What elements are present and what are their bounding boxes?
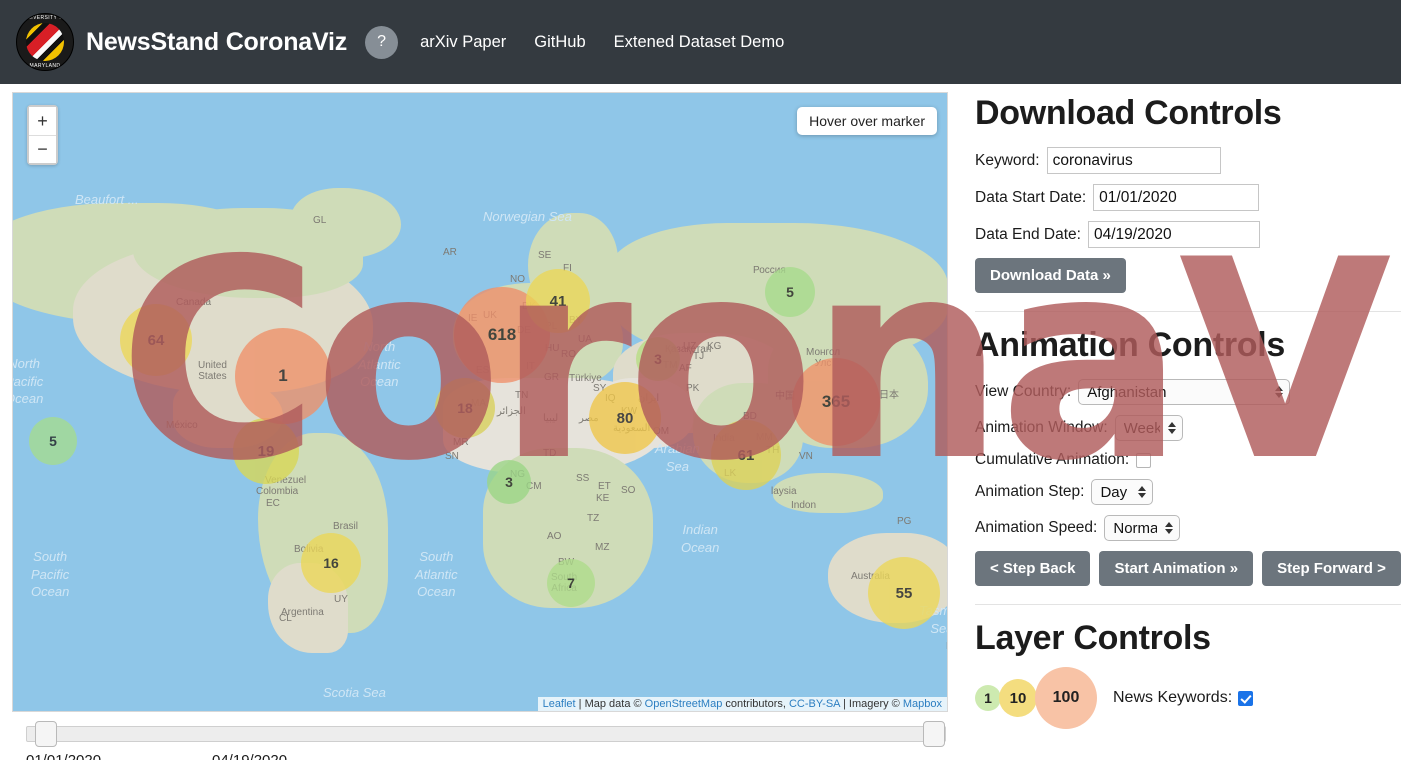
attribution-link-license[interactable]: CC-BY-SA (789, 698, 840, 710)
data-end-date-label: Data End Date: (975, 226, 1081, 244)
divider-download-animation (975, 311, 1401, 312)
map-marker[interactable]: 80 (589, 382, 661, 454)
animation-window-select[interactable]: Week (1115, 415, 1183, 441)
animation-step-select[interactable]: Day (1091, 479, 1153, 505)
map-ocean-label: Scotia Sea (323, 684, 386, 702)
view-country-select[interactable]: Afghanistan (1078, 379, 1290, 405)
nav-link-github[interactable]: GitHub (534, 33, 585, 52)
map-column: + − Hover over marker North Atlantic Oce… (12, 92, 948, 712)
animation-step-label: Animation Step: (975, 483, 1084, 501)
step-back-button[interactable]: < Step Back (975, 551, 1090, 586)
view-country-row: View Country: Afghanistan (975, 379, 1401, 405)
view-country-select-wrap[interactable]: Afghanistan (1078, 379, 1290, 405)
news-keywords-checkbox[interactable] (1238, 691, 1253, 706)
legend-bubble-1: 1 (975, 685, 1001, 711)
nav-link-extended-dataset-demo[interactable]: Extened Dataset Demo (614, 33, 785, 52)
map-marker[interactable]: 5 (29, 417, 77, 465)
timeline-handle-end[interactable] (923, 721, 945, 747)
data-end-date-input[interactable] (1088, 221, 1260, 248)
animation-step-select-wrap[interactable]: Day (1091, 479, 1153, 505)
layer-legend-row: 1 10 100 News Keywords: (975, 672, 1401, 724)
map-ocean-label: Indian Ocean (681, 521, 719, 556)
controls-panel: Download Controls Keyword: Data Start Da… (960, 84, 1401, 760)
map-marker[interactable]: 5 (765, 267, 815, 317)
legend-bubble-100: 100 (1035, 667, 1097, 729)
cumulative-animation-row: Cumulative Animation: (975, 451, 1401, 469)
map-ocean-label: North Pacific Ocean (12, 355, 43, 408)
legend-bubble-10: 10 (999, 679, 1037, 717)
animation-speed-row: Animation Speed: Normal (975, 515, 1401, 541)
keyword-label: Keyword: (975, 152, 1040, 170)
animation-step-row: Animation Step: Day (975, 479, 1401, 505)
map-country-label: PG (897, 516, 911, 527)
map-marker[interactable]: 18 (435, 378, 495, 438)
map-ocean-label: South Atlantic Ocean (415, 548, 458, 601)
animation-speed-label: Animation Speed: (975, 519, 1097, 537)
animation-speed-select[interactable]: Normal (1104, 515, 1180, 541)
start-animation-button[interactable]: Start Animation » (1099, 551, 1253, 586)
umd-logo-icon: UNIVERSITY OFMARYLAND (16, 13, 74, 71)
keyword-input[interactable] (1047, 147, 1221, 174)
animation-window-row: Animation Window: Week (975, 415, 1401, 441)
map-country-label: NZ (946, 641, 948, 652)
map-country-label: AR (443, 247, 457, 258)
map-country-label: VN (799, 451, 813, 462)
page-body: + − Hover over marker North Atlantic Oce… (0, 84, 1401, 760)
animation-speed-select-wrap[interactable]: Normal (1104, 515, 1180, 541)
timeline-handle-start[interactable] (35, 721, 57, 747)
brand-title: NewsStand CoronaViz (86, 28, 347, 57)
news-keywords-label: News Keywords: (1113, 689, 1232, 707)
data-start-date-input[interactable] (1093, 184, 1259, 211)
view-country-label: View Country: (975, 383, 1071, 401)
keyword-row: Keyword: (975, 147, 1401, 174)
map-marker[interactable]: 16 (301, 533, 361, 593)
timeline-end-date: 04/19/2020 (212, 752, 287, 760)
map-marker[interactable]: 3 (487, 460, 531, 504)
timeline-date-separator: - (198, 752, 203, 760)
help-button[interactable]: ? (365, 26, 398, 59)
timeline-slider-track[interactable] (26, 726, 946, 742)
map-marker[interactable]: 19 (233, 418, 299, 484)
attribution-text-3: | Imagery © (840, 698, 903, 710)
map-marker[interactable]: 3 (636, 337, 680, 381)
divider-animation-layer (975, 604, 1401, 605)
cumulative-animation-checkbox[interactable] (1136, 453, 1151, 468)
data-start-date-row: Data Start Date: (975, 184, 1401, 211)
attribution-link-openstreetmap[interactable]: OpenStreetMap (645, 698, 723, 710)
map-marker[interactable]: 1 (235, 328, 331, 424)
download-controls-title: Download Controls (975, 94, 1401, 133)
zoom-in-icon[interactable]: + (29, 107, 56, 135)
map-marker[interactable]: 61 (711, 420, 781, 490)
attribution-link-leaflet[interactable]: Leaflet (543, 698, 576, 710)
timeline-date-range: 01/01/2020 - 04/19/2020 (26, 752, 946, 760)
map-marker[interactable]: 64 (120, 304, 192, 376)
attribution-text-2: contributors, (722, 698, 789, 710)
map-ocean-label: South Pacific Ocean (31, 548, 69, 601)
data-end-date-row: Data End Date: (975, 221, 1401, 248)
layer-controls-title: Layer Controls (975, 619, 1401, 658)
map-marker[interactable]: 41 (526, 269, 590, 333)
animation-button-row: < Step Back Start Animation » Step Forwa… (975, 551, 1401, 586)
top-navbar: UNIVERSITY OFMARYLAND NewsStand CoronaVi… (0, 0, 1401, 84)
timeline-slider-container: 01/01/2020 - 04/19/2020 (26, 726, 946, 760)
map-marker[interactable]: 7 (547, 559, 595, 607)
cumulative-animation-label: Cumulative Animation: (975, 451, 1129, 469)
timeline-start-date: 01/01/2020 (26, 752, 101, 760)
leaflet-map[interactable]: + − Hover over marker North Atlantic Oce… (12, 92, 948, 712)
animation-controls-title: Animation Controls (975, 326, 1401, 365)
map-attribution: Leaflet | Map data © OpenStreetMap contr… (538, 697, 947, 711)
data-start-date-label: Data Start Date: (975, 189, 1086, 207)
download-data-button[interactable]: Download Data » (975, 258, 1126, 293)
animation-window-label: Animation Window: (975, 419, 1108, 437)
nav-link-arxiv-paper[interactable]: arXiv Paper (420, 33, 506, 52)
hover-marker-tooltip: Hover over marker (797, 107, 937, 135)
map-zoom-control[interactable]: + − (27, 105, 58, 165)
step-forward-button[interactable]: Step Forward > (1262, 551, 1401, 586)
map-marker[interactable]: 365 (792, 358, 880, 446)
map-marker[interactable]: 55 (868, 557, 940, 629)
attribution-text-1: | Map data © (576, 698, 645, 710)
attribution-link-mapbox[interactable]: Mapbox (903, 698, 942, 710)
animation-window-select-wrap[interactable]: Week (1115, 415, 1183, 441)
zoom-out-icon[interactable]: − (29, 135, 56, 163)
